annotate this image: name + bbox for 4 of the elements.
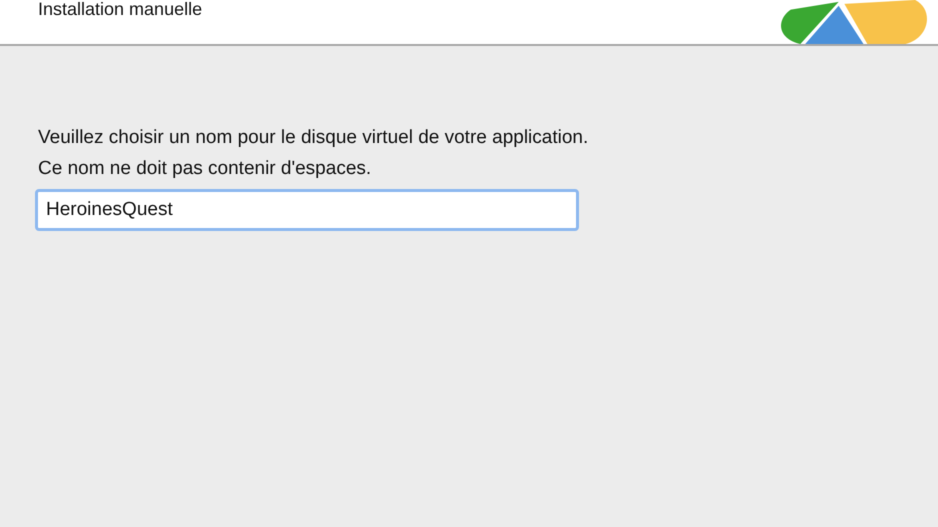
instruction-text: Veuillez choisir un nom pour le disque virtuel de votre application.	[38, 126, 590, 150]
header-title: Installation manuelle	[38, 0, 202, 18]
instruction-text: Ce nom ne doit pas contenir d'espaces.	[38, 157, 372, 181]
name-input-field[interactable]: HeroinesQuest	[35, 189, 579, 231]
